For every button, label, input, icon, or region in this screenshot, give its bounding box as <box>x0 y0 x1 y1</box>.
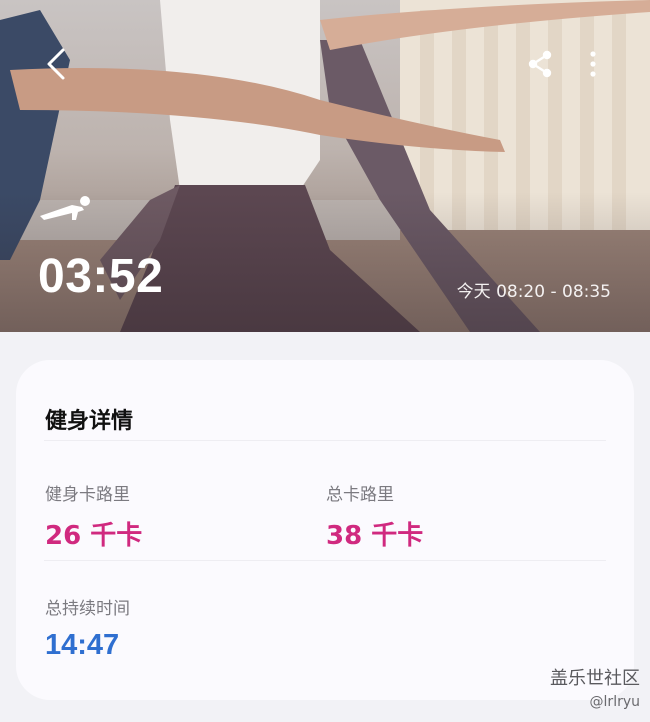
workout-details-card: 健身详情 健身卡路里 26 千卡 总卡路里 38 千卡 总持续时间 14:47 <box>16 360 634 700</box>
metric-value: 14:47 <box>45 629 120 661</box>
card-title: 健身详情 <box>45 409 134 434</box>
more-options-button[interactable] <box>573 44 613 84</box>
workout-time-range: 今天 08:20 - 08:35 <box>456 282 611 302</box>
workout-detail-screen: 03:52 今天 08:20 - 08:35 健身详情 健身卡路里 26 千卡 … <box>0 0 650 722</box>
metric-workout-calories: 健身卡路里 26 千卡 <box>45 480 142 552</box>
more-vertical-icon <box>590 51 596 77</box>
community-watermark: 盖乐世社区 @lrlryu <box>550 664 640 710</box>
divider <box>44 560 606 561</box>
workout-duration: 03:52 <box>38 250 164 303</box>
share-button[interactable] <box>520 44 560 84</box>
back-button[interactable] <box>36 44 76 84</box>
metric-total-calories: 总卡路里 38 千卡 <box>326 480 423 552</box>
metric-total-duration: 总持续时间 14:47 <box>45 594 130 662</box>
metric-label: 总卡路里 <box>326 485 394 505</box>
watermark-title: 盖乐世社区 <box>550 668 640 689</box>
back-arrow-icon <box>47 48 65 80</box>
metric-label: 健身卡路里 <box>45 485 130 505</box>
metric-value: 26 千卡 <box>45 521 143 551</box>
metric-label: 总持续时间 <box>45 599 130 619</box>
divider <box>44 440 606 441</box>
metric-value: 38 千卡 <box>326 521 424 551</box>
watermark-username: @lrlryu <box>589 694 640 710</box>
plank-exercise-icon <box>40 196 90 220</box>
share-icon <box>528 50 552 78</box>
workout-hero-photo: 03:52 今天 08:20 - 08:35 <box>0 0 650 332</box>
